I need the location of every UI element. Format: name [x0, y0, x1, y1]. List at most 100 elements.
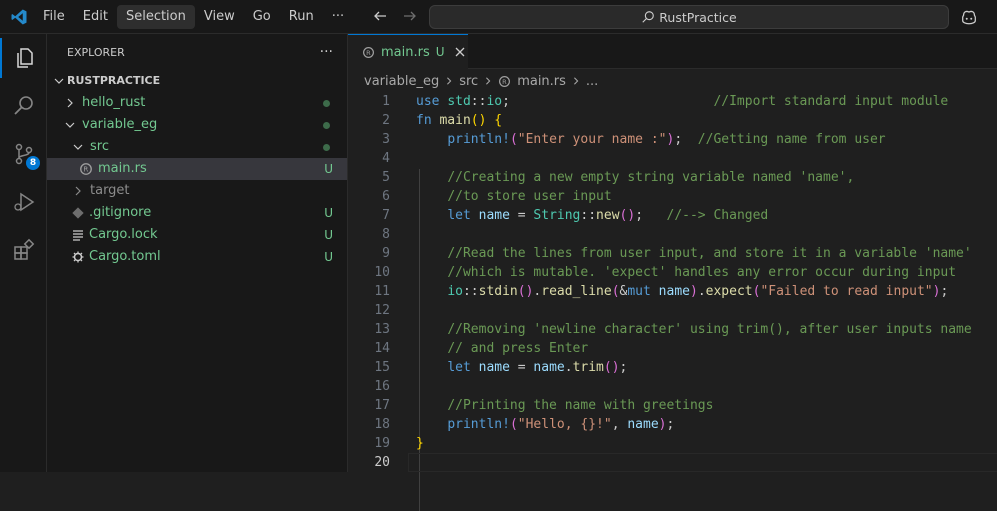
line-text: use std::io; //Import standard input mod…: [416, 92, 948, 111]
rust-file-icon: R: [80, 163, 92, 175]
menu-more[interactable]: ···: [323, 5, 353, 29]
line-text: println!("Hello, {}!", name);: [416, 415, 674, 434]
rust-file-icon: R: [499, 75, 511, 87]
code-line[interactable]: 15 let name = name.trim();: [348, 358, 997, 377]
code-token: //Read the lines from user input, and st…: [447, 246, 972, 261]
explorer-activity[interactable]: [0, 38, 47, 78]
breadcrumb-symbols[interactable]: ...: [586, 74, 598, 89]
code-line[interactable]: 10 //which is mutable. 'expect' handles …: [348, 263, 997, 282]
code-line[interactable]: 7 let name = String::new(); //--> Change…: [348, 206, 997, 225]
line-text: io::stdin().read_line(&mut name).expect(…: [416, 282, 948, 301]
navigation-arrows: [372, 8, 418, 24]
line-number: 11: [374, 284, 390, 299]
breadcrumb-folder[interactable]: src: [459, 74, 478, 89]
code-token: //Removing 'newline character' using tri…: [447, 322, 972, 337]
code-line[interactable]: 12: [348, 301, 997, 320]
code-line[interactable]: 18 println!("Hello, {}!", name);: [348, 415, 997, 434]
explorer-more-button[interactable]: ···: [320, 44, 333, 60]
code-token: io: [447, 284, 463, 299]
untracked-badge: U: [324, 250, 333, 264]
tree-item-hello-rust[interactable]: hello_rust: [47, 92, 347, 114]
code-line[interactable]: 4: [348, 149, 997, 168]
line-number: 14: [374, 341, 390, 356]
tree-item-src[interactable]: src: [47, 136, 347, 158]
code-line[interactable]: 20: [348, 453, 997, 472]
line-number: 3: [382, 132, 390, 147]
code-token: ::: [470, 94, 487, 109]
menu-run[interactable]: Run: [280, 5, 323, 29]
breadcrumb-folder[interactable]: variable_eg: [364, 74, 439, 89]
menu-go[interactable]: Go: [244, 5, 280, 29]
back-arrow-icon[interactable]: [372, 8, 388, 24]
source-control-activity[interactable]: 8: [0, 134, 47, 174]
extensions-activity[interactable]: [0, 230, 47, 270]
code-line[interactable]: 14 // and press Enter: [348, 339, 997, 358]
vscode-logo-icon[interactable]: [10, 8, 28, 26]
code-line[interactable]: 19}: [348, 434, 997, 453]
chevron-down-icon: [70, 136, 86, 158]
menu-file[interactable]: File: [34, 5, 74, 29]
code-token: "Hello, {}!": [517, 417, 612, 432]
code-token: ::: [580, 208, 597, 223]
modified-dot: [323, 144, 330, 151]
line-text: let name = name.trim();: [416, 358, 627, 377]
tree-item-label: src: [90, 139, 109, 154]
code-line[interactable]: 6 //to store user input: [348, 187, 997, 206]
search-label: RustPractice: [659, 9, 737, 25]
breadcrumb-file[interactable]: main.rs: [517, 74, 566, 89]
code-token: println!: [447, 417, 510, 432]
code-line[interactable]: 8: [348, 225, 997, 244]
code-line[interactable]: 17 //Printing the name with greetings: [348, 396, 997, 415]
menu-view[interactable]: View: [195, 5, 244, 29]
code-editor[interactable]: 1 use std::io; //Import standard input mo…: [348, 92, 997, 511]
code-line[interactable]: 3 println!("Enter your name :"); //Getti…: [348, 130, 997, 149]
code-token: "Failed to read input": [760, 284, 933, 299]
files-icon: [16, 48, 33, 68]
tree-root[interactable]: RUSTPRACTICE: [47, 70, 347, 92]
code-token: () {: [470, 113, 503, 128]
run-debug-activity[interactable]: [0, 182, 47, 222]
tree-item-main-rs[interactable]: R main.rs U: [47, 158, 347, 180]
forward-arrow-icon[interactable]: [402, 8, 418, 24]
code-token: ;: [619, 360, 628, 375]
line-text: //Creating a new empty string variable n…: [416, 168, 854, 187]
line-text: }: [416, 434, 424, 453]
close-icon[interactable]: [455, 47, 465, 57]
tree-item-gitignore[interactable]: .gitignore U: [47, 202, 347, 224]
tree-item-variable-eg[interactable]: variable_eg: [47, 114, 347, 136]
code-line[interactable]: 11 io::stdin().read_line(&mut name).expe…: [348, 282, 997, 301]
tree-item-cargo-toml[interactable]: Cargo.toml U: [47, 246, 347, 268]
code-token: (: [611, 284, 620, 299]
tree-item-label: Cargo.toml: [89, 249, 161, 264]
menu-selection[interactable]: Selection: [116, 5, 195, 29]
command-center-search[interactable]: RustPractice: [429, 5, 949, 29]
code-token: use: [416, 94, 448, 109]
search-activity[interactable]: [0, 86, 47, 126]
code-token: new: [596, 208, 620, 223]
rust-file-icon: R: [363, 46, 374, 58]
search-icon: [13, 96, 33, 115]
code-token: ;: [674, 132, 698, 147]
code-token: ::: [462, 284, 479, 299]
menu-edit[interactable]: Edit: [74, 5, 117, 29]
copilot-icon[interactable]: [960, 8, 978, 26]
code-line[interactable]: 5 //Creating a new empty string variable…: [348, 168, 997, 187]
code-line[interactable]: 1 use std::io; //Import standard input mo…: [348, 92, 997, 111]
code-line[interactable]: 2 fn main() {: [348, 111, 997, 130]
tree-item-target[interactable]: target: [47, 180, 347, 202]
code-token: (): [603, 360, 620, 375]
editor-area: R main.rs U variable_eg src R main.rs ..…: [348, 34, 997, 511]
code-line[interactable]: 9 //Read the lines from user input, and …: [348, 244, 997, 263]
code-line[interactable]: 16: [348, 377, 997, 396]
code-token: // and press Enter: [447, 341, 589, 356]
explorer-sidebar: EXPLORER ··· RUSTPRACTICE hello_rust var…: [47, 34, 348, 472]
tab-main-rs[interactable]: R main.rs U: [348, 34, 468, 69]
tree-item-cargo-lock[interactable]: Cargo.lock U: [47, 224, 347, 246]
code-line[interactable]: 13 //Removing 'newline character' using …: [348, 320, 997, 339]
code-token: name: [478, 360, 510, 375]
line-number: 2: [382, 113, 390, 128]
